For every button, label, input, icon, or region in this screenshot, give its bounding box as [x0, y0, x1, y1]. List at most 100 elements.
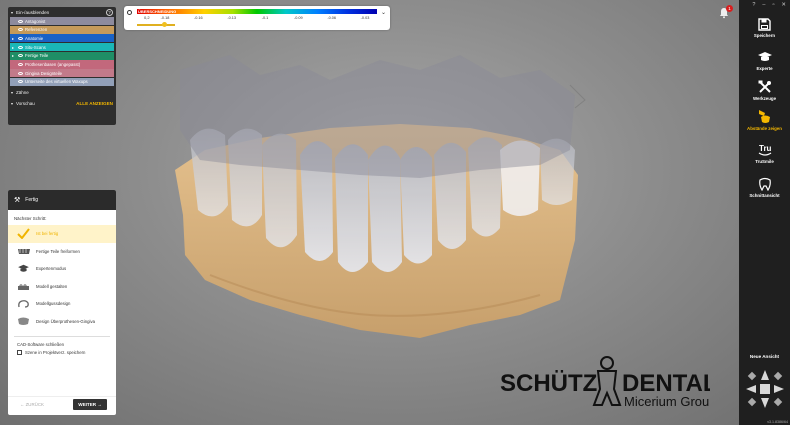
workflow-step-icon — [16, 281, 31, 291]
maximize-button[interactable]: ▫ — [772, 2, 774, 8]
expert-button[interactable]: Experte — [739, 51, 790, 71]
visibility-item[interactable]: ▸ Situ-Scans — [10, 43, 114, 52]
next-step-label: Nächster Schritt: — [14, 216, 47, 221]
view-cube-icon[interactable] — [745, 369, 785, 409]
chevron-right-icon: ▾ — [11, 100, 14, 106]
visibility-header[interactable]: ▾ Ein-/ausblenden ? — [8, 7, 116, 17]
save-icon — [758, 18, 771, 31]
antagonist-overlay — [180, 55, 575, 178]
visibility-item[interactable]: ▸ Fertige Teile — [10, 51, 114, 60]
scale-tick-label: -0.06 — [327, 16, 336, 20]
workflow-step-icon — [16, 317, 31, 326]
forward-button[interactable]: WEITER → — [73, 399, 107, 410]
svg-text:Tru: Tru — [759, 144, 772, 153]
chevron-right-icon[interactable]: ▸ — [12, 36, 16, 41]
section-view-button[interactable]: Schnittansicht — [739, 177, 790, 198]
visibility-item-label: Unterseite des virtuellen Waxups — [25, 79, 88, 85]
eye-icon[interactable] — [18, 19, 23, 23]
close-button[interactable]: ✕ — [781, 2, 786, 8]
logo-sub: Micerium Group — [624, 394, 710, 409]
workflow-step-label: Fertige Teile freiformen — [36, 248, 80, 254]
workflow-title: Fertig — [25, 197, 39, 203]
settings-icon[interactable] — [127, 10, 132, 15]
trusmile-icon: Tru — [758, 144, 772, 156]
graduation-cap-icon — [18, 264, 29, 272]
visibility-item-label: Referenzen — [25, 27, 48, 33]
graduation-cap-icon — [757, 52, 772, 61]
workflow-step[interactable]: Fertige Teile freiformen — [8, 243, 116, 261]
eye-icon[interactable] — [18, 45, 23, 49]
logo-figure-icon — [592, 356, 622, 406]
visibility-item-label: Anatomie — [25, 35, 44, 41]
notification-count: 1 — [726, 5, 733, 12]
window-help-button[interactable]: ? — [752, 2, 755, 8]
scale-tick-label: -0.03 — [360, 16, 370, 20]
show-all-button[interactable]: ALLE ANZEIGEN — [76, 101, 113, 106]
arrow-right-icon: → — [97, 402, 102, 407]
right-toolbar: ? – ▫ ✕ Speichern Experte Werkzeuge Abst… — [739, 0, 790, 425]
visibility-title: Ein-/ausblenden — [16, 9, 50, 15]
tools-icon — [758, 80, 771, 93]
schuetz-dental-logo: SCHÜTZ DENTAL Micerium Group — [500, 356, 710, 409]
visibility-item-label: Antagonist — [25, 18, 46, 24]
threshold-slider-knob[interactable] — [162, 22, 167, 27]
eye-icon[interactable] — [18, 54, 23, 58]
help-icon[interactable]: ? — [106, 8, 113, 16]
overlap-label: ÜBERSCHNEIDUNG — [138, 9, 177, 14]
checkbox-box[interactable] — [17, 350, 22, 355]
workflow-step-label: Modellgussdesign — [36, 301, 71, 307]
eye-icon[interactable] — [18, 28, 23, 32]
notifications-button[interactable]: 1 — [718, 5, 733, 20]
magic-wand-icon: ⚒ — [14, 197, 21, 204]
show-distances-button[interactable]: Abstände zeigen — [739, 109, 790, 131]
visibility-item[interactable]: Unterseite des virtuellen Waxups — [10, 77, 114, 86]
back-button[interactable]: ← ZURÜCK — [20, 402, 44, 407]
workflow-header: ⚒ Fertig — [8, 190, 116, 210]
workflow-step-label: Ist bei fertig — [36, 231, 59, 237]
visibility-item[interactable]: Referenzen — [10, 25, 114, 34]
chevron-down-icon: ▾ — [11, 9, 14, 15]
workflow-step[interactable]: Modellgussdesign — [8, 295, 116, 313]
chevron-right-icon[interactable]: ▸ — [12, 45, 16, 50]
save-label: Speichern — [753, 33, 776, 38]
teeth-row[interactable]: ▾ Zähne — [8, 87, 116, 98]
workflow-step-icon — [16, 228, 31, 240]
tools-button[interactable]: Werkzeuge — [739, 80, 790, 101]
save-scene-label: Szene in Projektverz. speichern — [25, 350, 86, 355]
visibility-item[interactable]: ▸ Anatomie — [10, 34, 114, 43]
visibility-item-label: Fertige Teile — [25, 53, 49, 59]
eye-icon[interactable] — [18, 36, 23, 40]
visibility-item[interactable]: Gingiva Designteile — [10, 69, 114, 78]
chevron-right-icon[interactable]: ▸ — [12, 53, 16, 58]
workflow-step[interactable]: Ist bei fertig — [8, 225, 116, 243]
workflow-steps: Ist bei fertig Fertige Teile freiformen Ex… — [8, 225, 116, 330]
save-button[interactable]: Speichern — [739, 18, 790, 38]
visibility-item-label: Gingiva Designteile — [25, 70, 63, 76]
distances-icon — [758, 110, 770, 123]
denture-icon — [17, 248, 30, 254]
preview-row: ▾ Vorschau ALLE ANZEIGEN — [8, 98, 116, 109]
section-view-label: Schnittansicht — [749, 193, 780, 198]
expert-label: Experte — [756, 66, 773, 71]
minimize-button[interactable]: – — [762, 2, 765, 8]
save-scene-checkbox[interactable]: Szene in Projektverz. speichern — [8, 347, 116, 355]
chevron-down-icon[interactable]: ⌄ — [381, 9, 386, 16]
scale-tick-label: -0.09 — [294, 16, 303, 20]
workflow-step[interactable]: Modell gestalten — [8, 278, 116, 296]
trusmile-button[interactable]: Tru TruSmile — [739, 143, 790, 164]
workflow-step[interactable]: Expertenmodus — [8, 260, 116, 278]
eye-icon[interactable] — [18, 62, 23, 66]
window-controls: ? – ▫ ✕ — [739, 0, 790, 10]
visibility-item[interactable]: Antagonist — [10, 17, 114, 26]
visibility-item-label: Prothesenbasen (angepasst) — [25, 61, 81, 67]
distance-scale: ÜBERSCHNEIDUNG 0,2 -0.18 -0.16 -0.13 -0.1 -0… — [124, 6, 390, 30]
workflow-step-label: Modell gestalten — [36, 283, 68, 289]
workflow-step[interactable]: Design Überprothesen-Gingiva — [8, 313, 116, 331]
scale-tick-label: -0.18 — [160, 16, 170, 20]
eye-icon[interactable] — [18, 80, 23, 84]
scale-tick-label: -0.13 — [227, 16, 236, 20]
tooth-section-icon — [758, 177, 771, 191]
eye-icon[interactable] — [18, 71, 23, 75]
visibility-item[interactable]: Prothesenbasen (angepasst) — [10, 60, 114, 69]
cast-icon — [18, 299, 29, 308]
